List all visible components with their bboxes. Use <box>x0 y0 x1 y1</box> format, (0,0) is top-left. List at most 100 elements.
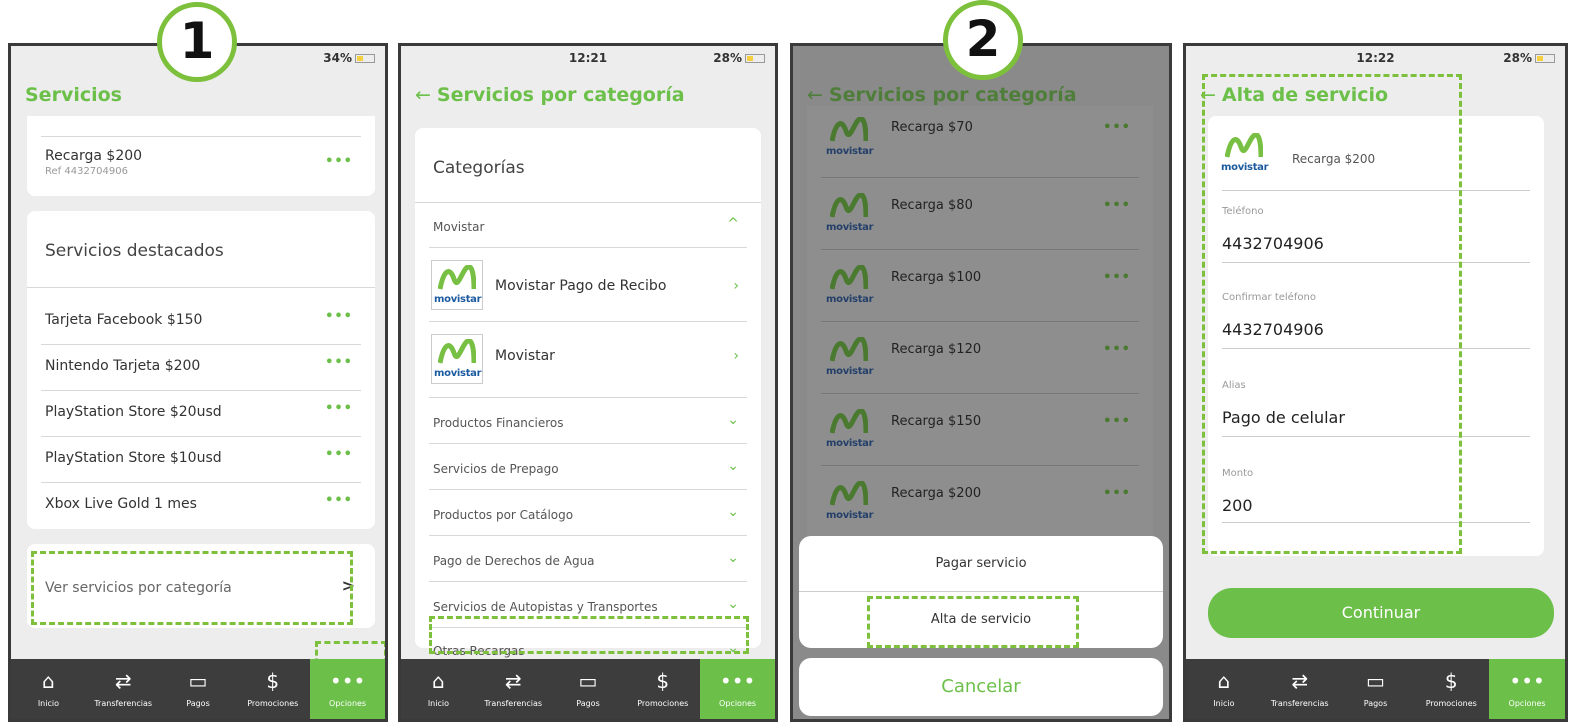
section-title: Categorías <box>433 158 525 178</box>
continue-button[interactable]: Continuar <box>1208 588 1554 638</box>
back-arrow-icon[interactable]: ← <box>807 84 823 106</box>
tab-transferencias[interactable]: ⇄ Transferencias <box>476 659 551 719</box>
tab-opciones[interactable]: ••• Opciones <box>310 659 385 719</box>
tab-inicio[interactable]: ⌂ Inicio <box>401 659 476 719</box>
more-options-icon[interactable]: ••• <box>1103 414 1131 429</box>
more-icon: ••• <box>329 669 366 693</box>
saved-service-item[interactable]: Recarga $200 Ref 4432704906 ••• <box>45 148 365 188</box>
recarga-item[interactable]: movistar Recarga $150 ••• <box>821 394 1139 466</box>
payments-icon: ▭ <box>188 669 208 693</box>
tab-inicio[interactable]: ⌂ Inicio <box>1186 659 1262 719</box>
category-label: Pago de Derechos de Agua <box>433 554 595 568</box>
tab-label: Promociones <box>637 699 689 708</box>
transfer-icon: ⇄ <box>114 669 132 693</box>
featured-item[interactable]: PlayStation Store $10usd ••• <box>41 437 361 483</box>
category-movistar[interactable]: Movistar ^ <box>429 204 747 248</box>
promotions-icon: $ <box>266 669 280 693</box>
page-title: ← Servicios por categoría <box>415 84 685 106</box>
payments-icon: ▭ <box>1366 669 1385 693</box>
chevron-down-icon: ⌄ <box>727 550 739 566</box>
featured-item[interactable]: Xbox Live Gold 1 mes ••• <box>41 483 361 529</box>
featured-item[interactable]: Nintendo Tarjeta $200 ••• <box>41 345 361 391</box>
service-label: Movistar <box>495 348 555 364</box>
highlight-otras-recargas <box>429 616 749 654</box>
movistar-logo: movistar <box>431 334 483 384</box>
highlight-form <box>1202 74 1462 554</box>
page-title: Servicios <box>25 84 122 106</box>
recarga-item[interactable]: movistar Recarga $120 ••• <box>821 322 1139 394</box>
movistar-logo: movistar <box>823 332 875 382</box>
tab-inicio[interactable]: ⌂ Inicio <box>11 659 86 719</box>
featured-item[interactable]: PlayStation Store $20usd ••• <box>41 391 361 437</box>
recargas-card: movistar Recarga $70 ••• movistar Recarga $… <box>807 106 1153 586</box>
featured-item[interactable]: Tarjeta Facebook $150 ••• <box>41 299 361 345</box>
tab-promociones[interactable]: $ Promociones <box>625 659 700 719</box>
tab-label: Opciones <box>719 699 757 708</box>
chevron-right-icon: › <box>733 278 739 294</box>
tab-pagos[interactable]: ▭ Pagos <box>1338 659 1414 719</box>
more-options-icon[interactable]: ••• <box>325 447 353 462</box>
more-options-icon[interactable]: ••• <box>325 309 353 324</box>
tab-label: Promociones <box>247 699 299 708</box>
tab-promociones[interactable]: $ Promociones <box>1413 659 1489 719</box>
more-options-icon[interactable]: ••• <box>325 355 353 370</box>
movistar-logo: movistar <box>823 260 875 310</box>
tab-pagos[interactable]: ▭ Pagos <box>551 659 626 719</box>
saved-services-card: Recarga $200 Ref 4432704906 ••• <box>27 116 375 196</box>
more-options-icon[interactable]: ••• <box>1103 270 1131 285</box>
status-bar: 12:22 28% <box>1186 46 1565 68</box>
promotions-icon: $ <box>1444 669 1458 693</box>
category-item[interactable]: Servicios de Prepago ⌄ <box>429 444 747 490</box>
tab-label: Opciones <box>1508 699 1546 708</box>
tab-promociones[interactable]: $ Promociones <box>235 659 310 719</box>
movistar-logo: movistar <box>431 260 483 310</box>
featured-item-label: Xbox Live Gold 1 mes <box>45 496 197 512</box>
highlight-category-link <box>31 551 353 625</box>
recarga-item[interactable]: movistar Recarga $100 ••• <box>821 250 1139 322</box>
back-arrow-icon[interactable]: ← <box>415 84 431 106</box>
recarga-label: Recarga $100 <box>891 270 982 285</box>
categories-card: Categorías Movistar ^ movistar Movistar P… <box>415 128 761 658</box>
tab-transferencias[interactable]: ⇄ Transferencias <box>86 659 161 719</box>
tab-opciones[interactable]: ••• Opciones <box>700 659 775 719</box>
divider <box>415 202 761 203</box>
recarga-label: Recarga $150 <box>891 414 982 429</box>
recarga-label: Recarga $70 <box>891 120 973 135</box>
recarga-item[interactable]: movistar Recarga $70 ••• <box>821 106 1139 178</box>
more-options-icon[interactable]: ••• <box>1103 342 1131 357</box>
recarga-label: Recarga $200 <box>891 486 982 501</box>
category-label: Productos Financieros <box>433 416 564 430</box>
more-options-icon[interactable]: ••• <box>325 401 353 416</box>
page-title: ← Servicios por categoría <box>807 84 1077 106</box>
recarga-label: Recarga $80 <box>891 198 973 213</box>
service-item[interactable]: movistar Movistar › <box>429 322 747 398</box>
step-badge-2: 2 <box>943 0 1023 80</box>
category-item[interactable]: Productos por Catálogo ⌄ <box>429 490 747 536</box>
tab-transferencias[interactable]: ⇄ Transferencias <box>1262 659 1338 719</box>
tab-label: Inicio <box>1213 699 1235 708</box>
pay-service-option[interactable]: Pagar servicio <box>799 536 1163 592</box>
featured-services-card: Servicios destacados Tarjeta Facebook $1… <box>27 211 375 529</box>
chevron-down-icon: ⌄ <box>727 458 739 474</box>
cancel-button[interactable]: Cancelar <box>799 658 1163 716</box>
battery-indicator: 28% <box>713 51 765 65</box>
tab-label: Inicio <box>37 699 59 708</box>
more-options-icon[interactable]: ••• <box>325 154 353 169</box>
category-item[interactable]: Pago de Derechos de Agua ⌄ <box>429 536 747 582</box>
category-item[interactable]: Productos Financieros ⌄ <box>429 398 747 444</box>
recarga-item[interactable]: movistar Recarga $80 ••• <box>821 178 1139 250</box>
tab-label: Promociones <box>1425 699 1477 708</box>
more-options-icon[interactable]: ••• <box>1103 120 1131 135</box>
category-label: Productos por Catálogo <box>433 508 574 522</box>
more-options-icon[interactable]: ••• <box>1103 486 1131 501</box>
featured-title: Servicios destacados <box>45 241 224 261</box>
screen-servicios: 34% Servicios Recarga $200 Ref 443270490… <box>8 43 388 722</box>
service-item[interactable]: movistar Movistar Pago de Recibo › <box>429 248 747 322</box>
more-options-icon[interactable]: ••• <box>325 493 353 508</box>
recarga-item[interactable]: movistar Recarga $200 ••• <box>821 466 1139 538</box>
tab-pagos[interactable]: ▭ Pagos <box>161 659 236 719</box>
tab-label: Transferencias <box>1270 699 1329 708</box>
tab-opciones[interactable]: ••• Opciones <box>1489 659 1565 719</box>
more-options-icon[interactable]: ••• <box>1103 198 1131 213</box>
tab-label: Transferencias <box>484 699 543 708</box>
